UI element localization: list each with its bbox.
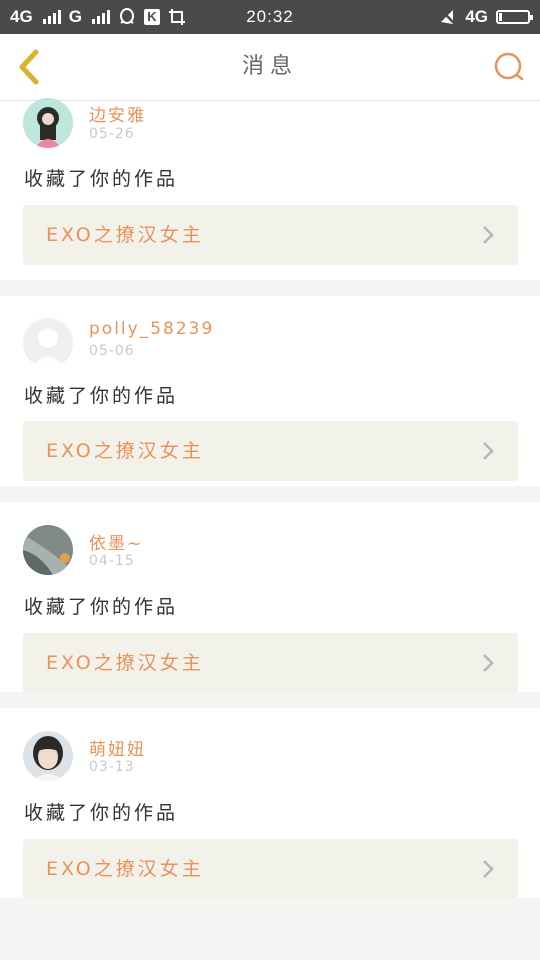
work-link[interactable]: EXO之撩汉女主	[23, 421, 518, 481]
status-right: 4G	[439, 7, 533, 27]
signal-icon	[42, 10, 61, 24]
chevron-right-icon	[478, 859, 498, 879]
avatar[interactable]	[23, 98, 73, 148]
action-text: 收藏了你的作品	[24, 802, 179, 824]
message-card: 萌妞妞 03-13 收藏了你的作品 EXO之撩汉女主	[0, 708, 540, 899]
signal-icon	[91, 10, 110, 24]
message-date: 04-15	[89, 553, 135, 569]
avatar[interactable]	[23, 731, 73, 781]
message-date: 03-13	[89, 759, 135, 775]
work-title: EXO之撩汉女主	[46, 858, 204, 880]
network-label-2: G	[68, 7, 82, 26]
message-card: 边安雅 05-26 收藏了你的作品 EXO之撩汉女主	[0, 98, 540, 280]
chevron-right-icon	[478, 653, 498, 673]
search-button[interactable]	[492, 50, 526, 84]
action-text: 收藏了你的作品	[24, 385, 179, 407]
network-label-right: 4G	[465, 7, 488, 26]
message-card: 依墨~ 04-15 收藏了你的作品 EXO之撩汉女主	[0, 502, 540, 693]
action-text: 收藏了你的作品	[24, 596, 179, 618]
chevron-right-icon	[478, 441, 498, 461]
username[interactable]: polly_58239	[89, 319, 214, 339]
work-title: EXO之撩汉女主	[46, 224, 204, 246]
action-text: 收藏了你的作品	[24, 168, 179, 190]
status-bar: 4G G K 20:32 4G	[0, 0, 540, 34]
work-title: EXO之撩汉女主	[46, 440, 204, 462]
message-card: polly_58239 05-06 收藏了你的作品 EXO之撩汉女主	[0, 296, 540, 486]
username[interactable]: 依墨~	[89, 529, 143, 554]
screenshot-icon	[168, 8, 186, 26]
message-date: 05-26	[89, 126, 135, 142]
message-list: 边安雅 05-26 收藏了你的作品 EXO之撩汉女主 polly_58239 0…	[0, 98, 540, 914]
work-link[interactable]: EXO之撩汉女主	[23, 839, 518, 899]
username[interactable]: 萌妞妞	[89, 735, 146, 760]
avatar[interactable]	[23, 525, 73, 575]
work-title: EXO之撩汉女主	[46, 652, 204, 674]
message-date: 05-06	[89, 343, 135, 359]
work-link[interactable]: EXO之撩汉女主	[23, 633, 518, 693]
nav-header: 消息	[0, 34, 540, 101]
qq-icon	[118, 8, 136, 26]
search-icon	[494, 52, 524, 81]
battery-icon	[496, 10, 533, 24]
status-left: 4G G K	[10, 7, 186, 27]
page-title: 消息	[241, 54, 298, 79]
chevron-right-icon	[478, 225, 498, 245]
network-label: 4G	[10, 7, 33, 26]
k-icon: K	[143, 9, 160, 25]
work-link[interactable]: EXO之撩汉女主	[23, 205, 518, 265]
avatar[interactable]	[23, 318, 73, 368]
username[interactable]: 边安雅	[89, 101, 146, 126]
mute-icon	[439, 8, 458, 26]
